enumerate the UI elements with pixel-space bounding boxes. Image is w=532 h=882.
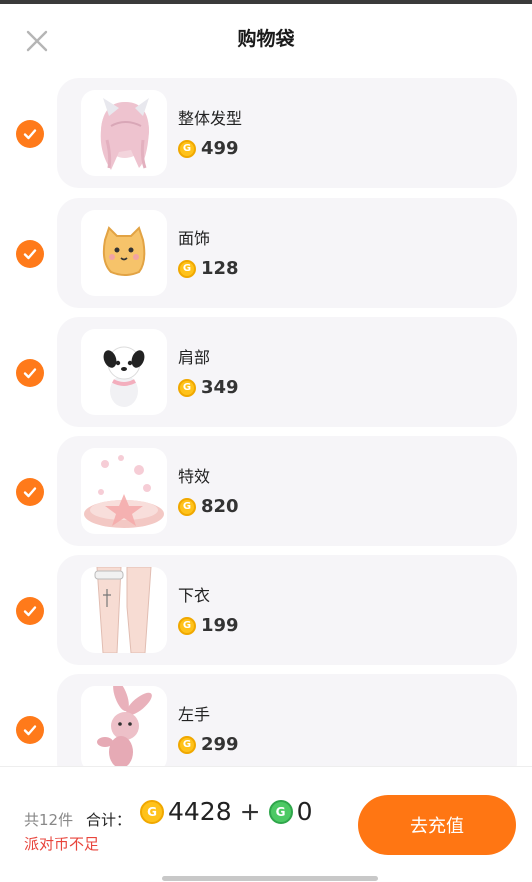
page-title: 购物袋 xyxy=(237,27,295,50)
item-name: 面饰 xyxy=(178,229,211,248)
checkmark-icon xyxy=(23,129,37,140)
cart-item: 肩部 G 349 xyxy=(0,317,532,429)
item-card[interactable]: 肩部 G 349 xyxy=(57,317,517,427)
hair-thumbnail xyxy=(81,90,167,176)
insufficient-funds-warning: 派对币不足 xyxy=(24,835,100,853)
panda-thumbnail xyxy=(81,329,167,415)
item-card[interactable]: 左手 G 299 xyxy=(57,674,517,766)
total-amount: G 4428 + G 0 xyxy=(140,797,312,826)
cart-item: 特效 G 820 xyxy=(0,436,532,548)
legs-thumbnail xyxy=(81,567,167,653)
checkmark-icon xyxy=(23,368,37,379)
item-name: 左手 xyxy=(178,705,211,724)
checkout-bar: 共12件 合计： G 4428 + G 0 派对币不足 去充值 xyxy=(0,766,532,882)
checkmark-icon xyxy=(23,249,37,260)
coin-icon: G xyxy=(178,616,196,635)
total-label: 合计： xyxy=(86,811,132,829)
item-checkbox[interactable] xyxy=(16,359,44,387)
cart-item: 面饰 G 128 xyxy=(0,198,532,310)
coin-icon: G xyxy=(178,497,196,516)
item-card[interactable]: 下衣 G 199 xyxy=(57,555,517,665)
item-card[interactable]: 特效 G 820 xyxy=(57,436,517,546)
cart-item: 下衣 G 199 xyxy=(0,555,532,667)
green-total: 0 xyxy=(296,797,313,826)
sakura-effect-thumbnail xyxy=(81,448,167,534)
coin-icon: G xyxy=(178,259,196,278)
green-coin-icon: G xyxy=(268,799,293,824)
item-name: 下衣 xyxy=(178,586,211,605)
item-price: G 299 xyxy=(178,734,239,755)
item-card[interactable]: 整体发型 G 499 xyxy=(57,78,517,188)
close-icon xyxy=(26,30,48,52)
coin-icon: G xyxy=(178,735,196,754)
recharge-button[interactable]: 去充值 xyxy=(358,795,516,855)
item-checkbox[interactable] xyxy=(16,120,44,148)
item-price: G 499 xyxy=(178,138,239,159)
item-name: 肩部 xyxy=(178,348,211,367)
item-count: 共12件 xyxy=(24,811,74,829)
bunny-thumbnail xyxy=(81,686,167,766)
checkmark-icon xyxy=(23,606,37,617)
item-price: G 199 xyxy=(178,615,239,636)
item-name: 特效 xyxy=(178,467,211,486)
header: 购物袋 xyxy=(0,4,532,70)
item-name: 整体发型 xyxy=(178,109,243,128)
cart-list[interactable]: 整体发型 G 499 面饰 G 128 肩部 G 349 特效 G 820 下衣… xyxy=(0,70,532,766)
item-checkbox[interactable] xyxy=(16,478,44,506)
coin-icon: G xyxy=(178,139,196,158)
cart-item: 左手 G 299 xyxy=(0,674,532,766)
coin-total: 4428 xyxy=(168,797,232,826)
checkmark-icon xyxy=(23,487,37,498)
cart-item: 整体发型 G 499 xyxy=(0,78,532,190)
coin-icon: G xyxy=(178,378,196,397)
item-price: G 349 xyxy=(178,377,239,398)
cat-face-thumbnail xyxy=(81,210,167,296)
item-checkbox[interactable] xyxy=(16,597,44,625)
item-price: G 128 xyxy=(178,258,239,279)
item-price: G 820 xyxy=(178,496,239,517)
coin-icon: G xyxy=(140,799,164,824)
home-indicator[interactable] xyxy=(162,876,378,881)
item-checkbox[interactable] xyxy=(16,716,44,744)
checkmark-icon xyxy=(23,725,37,736)
close-button[interactable] xyxy=(20,24,54,58)
item-card[interactable]: 面饰 G 128 xyxy=(57,198,517,308)
item-checkbox[interactable] xyxy=(16,240,44,268)
plus-sign: + xyxy=(239,797,261,826)
